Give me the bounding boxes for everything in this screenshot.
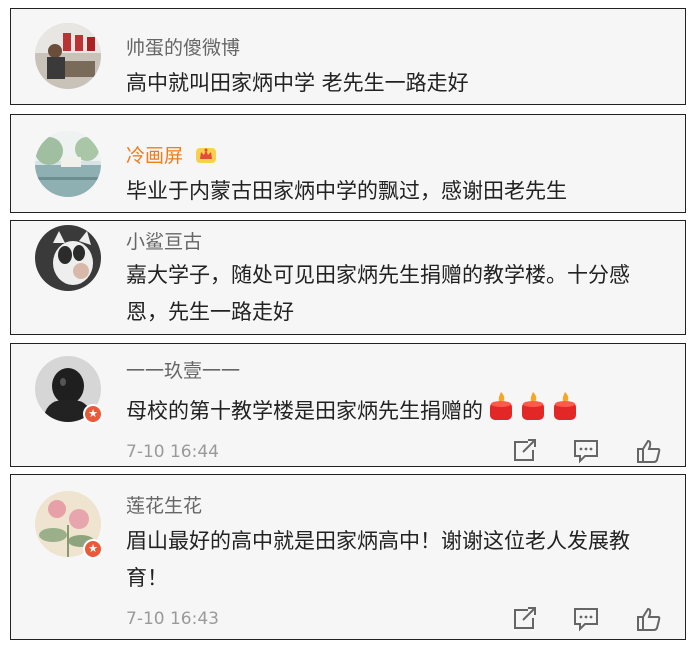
timestamp: 7-10 16:43 [126, 609, 219, 629]
candle-icon [551, 390, 579, 434]
share-icon[interactable] [511, 438, 539, 464]
comment-card: 小鲨亘古 嘉大学子，随处可见田家炳先生捐赠的教学楼。十分感恩，先生一路走好 [10, 220, 686, 335]
verified-badge-icon: ★ [83, 404, 103, 424]
username[interactable]: 小鲨亘古 [126, 227, 202, 254]
username[interactable]: 莲花生花 [126, 491, 202, 518]
avatar[interactable] [35, 225, 101, 291]
comment-text: 嘉大学子，随处可见田家炳先生捐赠的教学楼。十分感恩，先生一路走好 [126, 263, 630, 324]
comment-text: 毕业于内蒙古田家炳中学的飘过，感谢田老先生 [126, 179, 567, 203]
verified-badge-icon: ★ [83, 539, 103, 559]
timestamp: 7-10 16:44 [126, 442, 219, 462]
username-text: 冷画屏 [126, 145, 184, 167]
comment-text-content: 母校的第十教学楼是田家炳先生捐赠的 [126, 399, 483, 423]
comment-card: 冷画屏 毕业于内蒙古田家炳中学的飘过，感谢田老先生 [10, 114, 686, 213]
like-icon[interactable] [635, 606, 663, 632]
comment-card: ★ 一一玖壹一一 母校的第十教学楼是田家炳先生捐赠的 7-10 16:44 [10, 343, 686, 467]
avatar[interactable] [35, 131, 101, 197]
crown-icon [195, 145, 217, 170]
candle-icon [519, 390, 547, 434]
comment-icon[interactable] [572, 438, 600, 464]
comment-text: 高中就叫田家炳中学 老先生一路走好 [126, 71, 469, 95]
comment-card: 帅蛋的傻微博 高中就叫田家炳中学 老先生一路走好 [10, 8, 686, 105]
like-icon[interactable] [635, 438, 663, 464]
username[interactable]: 帅蛋的傻微博 [126, 33, 240, 60]
username[interactable]: 冷画屏 [126, 141, 217, 170]
candle-icon [487, 390, 515, 434]
comment-text: 眉山最好的高中就是田家炳高中！谢谢这位老人发展教育！ [126, 529, 630, 590]
comment-text: 母校的第十教学楼是田家炳先生捐赠的 [126, 390, 666, 434]
username[interactable]: 一一玖壹一一 [126, 356, 240, 383]
comment-card: ★ 莲花生花 眉山最好的高中就是田家炳高中！谢谢这位老人发展教育！ 7-10 1… [10, 474, 686, 640]
comment-icon[interactable] [572, 606, 600, 632]
share-icon[interactable] [511, 606, 539, 632]
avatar[interactable] [35, 23, 101, 89]
